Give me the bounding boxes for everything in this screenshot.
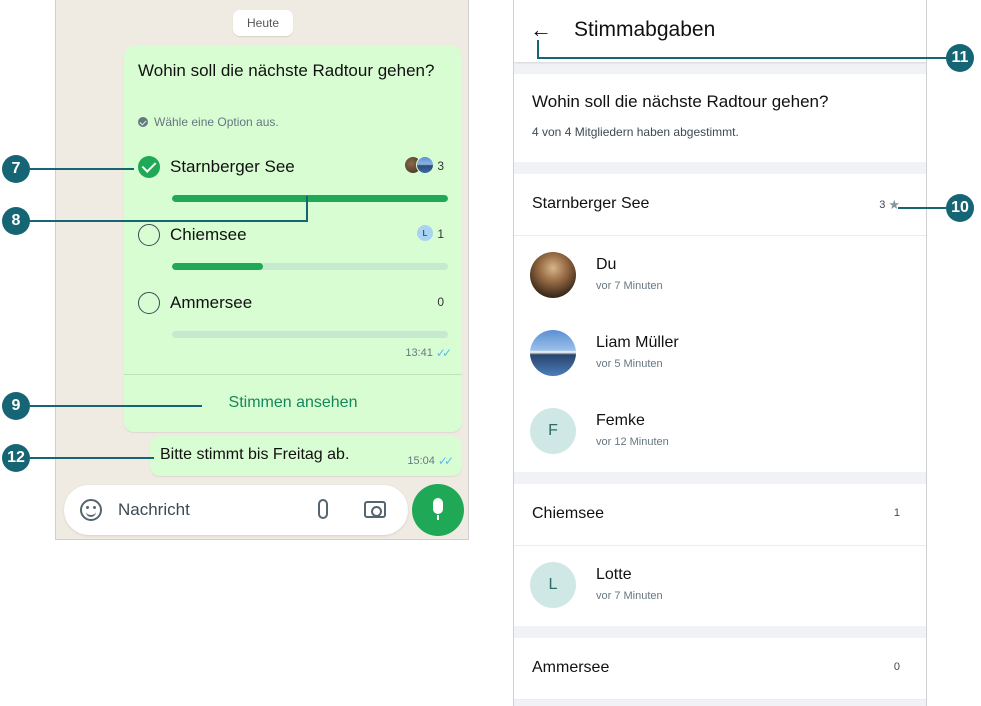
list-item[interactable]: F Femke vor 12 Minuten bbox=[514, 392, 926, 470]
votes-screen: ← Stimmabgaben Wohin soll die nächste Ra… bbox=[513, 0, 927, 706]
poll-progress-fill bbox=[172, 263, 264, 270]
message-timestamp: 15:04 ✓✓ bbox=[407, 454, 454, 468]
poll-option-starnberger-see[interactable]: Starnberger See 3 bbox=[138, 156, 450, 212]
callout-badge-12: 12 bbox=[2, 444, 30, 472]
voter-time: vor 7 Minuten bbox=[596, 280, 663, 292]
message-bubble: Bitte stimmt bis Freitag ab. 15:04 ✓✓ bbox=[150, 436, 462, 476]
callout-line bbox=[898, 207, 946, 209]
option-header-ammersee: Ammersee 0 bbox=[514, 638, 926, 700]
voter-avatars: L bbox=[416, 224, 434, 242]
poll-progress-track bbox=[172, 263, 448, 270]
message-input-bar[interactable]: Nachricht bbox=[64, 485, 408, 535]
callout-badge-10: 10 bbox=[946, 194, 974, 222]
radio-circle-icon[interactable] bbox=[138, 224, 160, 246]
voter-name: Lotte bbox=[596, 566, 632, 583]
list-item[interactable]: Du vor 7 Minuten bbox=[514, 236, 926, 314]
poll-option-chiemsee[interactable]: Chiemsee L 1 bbox=[138, 224, 450, 280]
callout-line bbox=[30, 405, 202, 407]
poll-progress-track bbox=[172, 331, 448, 338]
option-header-chiemsee: Chiemsee 1 bbox=[514, 484, 926, 546]
avatar bbox=[416, 156, 434, 174]
emoji-icon[interactable] bbox=[80, 499, 102, 521]
mic-icon bbox=[433, 498, 443, 520]
list-item[interactable]: Liam Müller vor 5 Minuten bbox=[514, 314, 926, 392]
date-chip: Heute bbox=[233, 10, 293, 36]
callout-line bbox=[30, 457, 154, 459]
check-circle-icon bbox=[138, 117, 148, 127]
section-gap bbox=[514, 62, 926, 74]
avatar: L bbox=[530, 562, 576, 608]
callout-badge-8: 8 bbox=[2, 207, 30, 235]
voter-name: Liam Müller bbox=[596, 334, 679, 351]
mic-button[interactable] bbox=[412, 484, 464, 536]
app-bar: ← Stimmabgaben bbox=[514, 0, 926, 62]
option-header-label: Chiemsee bbox=[532, 505, 605, 522]
poll-option-count: 0 bbox=[437, 295, 444, 309]
poll-progress-fill bbox=[172, 195, 448, 202]
callout-badge-7: 7 bbox=[2, 155, 30, 183]
avatar bbox=[530, 252, 576, 298]
voter-avatars bbox=[404, 156, 434, 174]
voter-time: vor 12 Minuten bbox=[596, 436, 669, 448]
poll-timestamp: 13:41 ✓✓ bbox=[405, 346, 452, 360]
poll-option-label: Chiemsee bbox=[170, 225, 247, 244]
option-header-count: 1 bbox=[893, 507, 900, 519]
poll-hint: Wähle eine Option aus. bbox=[138, 115, 279, 129]
section-gap bbox=[514, 700, 926, 706]
double-tick-icon: ✓✓ bbox=[435, 346, 452, 360]
option-header-count: 0 bbox=[893, 661, 900, 673]
poll-option-count: 3 bbox=[437, 159, 444, 173]
avatar: F bbox=[530, 408, 576, 454]
summary-count: 4 von 4 Mitgliedern haben abgestimmt. bbox=[532, 125, 739, 139]
callout-badge-11: 11 bbox=[946, 44, 974, 72]
message-input[interactable]: Nachricht bbox=[118, 500, 190, 520]
poll-progress-track bbox=[172, 195, 448, 202]
poll-option-ammersee[interactable]: Ammersee 0 bbox=[138, 292, 450, 348]
poll-option-label: Ammersee bbox=[170, 293, 253, 312]
callout-badge-9: 9 bbox=[2, 392, 30, 420]
poll-hint-text: Wähle eine Option aus. bbox=[154, 115, 279, 129]
voter-time: vor 7 Minuten bbox=[596, 590, 663, 602]
back-arrow-icon[interactable]: ← bbox=[530, 18, 554, 42]
voter-name: Du bbox=[596, 256, 617, 273]
callout-line bbox=[30, 220, 308, 222]
page-title: Stimmabgaben bbox=[574, 18, 716, 41]
message-text: Bitte stimmt bis Freitag ab. bbox=[160, 446, 350, 463]
section-gap bbox=[514, 472, 926, 484]
paperclip-icon[interactable] bbox=[318, 499, 328, 519]
poll-question: Wohin soll die nächste Radtour gehen? bbox=[138, 61, 435, 80]
view-votes-button[interactable]: Stimmen ansehen bbox=[124, 394, 462, 412]
option-header-starnberger-see: Starnberger See 3 ★ bbox=[514, 174, 926, 236]
poll-bubble: Wohin soll die nächste Radtour gehen? Wä… bbox=[124, 46, 462, 432]
section-gap bbox=[514, 162, 926, 174]
section-gap bbox=[514, 626, 926, 638]
option-header-label: Starnberger See bbox=[532, 195, 650, 212]
poll-option-label: Starnberger See bbox=[170, 157, 295, 176]
radio-circle-icon[interactable] bbox=[138, 292, 160, 314]
avatar: L bbox=[416, 224, 434, 242]
divider bbox=[124, 374, 462, 375]
chat-screen: Heute Wohin soll die nächste Radtour geh… bbox=[55, 0, 469, 540]
option-header-count: 3 ★ bbox=[879, 197, 900, 213]
callout-line bbox=[537, 57, 947, 59]
callout-line bbox=[537, 40, 539, 58]
summary-question: Wohin soll die nächste Radtour gehen? bbox=[532, 92, 829, 111]
list-item[interactable]: L Lotte vor 7 Minuten bbox=[514, 546, 926, 624]
voter-time: vor 5 Minuten bbox=[596, 358, 663, 370]
callout-line bbox=[306, 196, 308, 222]
message-time-text: 15:04 bbox=[407, 455, 435, 467]
poll-option-count: 1 bbox=[437, 227, 444, 241]
poll-summary: Wohin soll die nächste Radtour gehen? 4 … bbox=[514, 74, 926, 162]
option-count-text: 3 bbox=[879, 199, 886, 211]
camera-icon[interactable] bbox=[364, 501, 386, 518]
star-icon: ★ bbox=[888, 197, 900, 212]
poll-time-text: 13:41 bbox=[405, 347, 433, 359]
option-header-label: Ammersee bbox=[532, 659, 610, 676]
avatar bbox=[530, 330, 576, 376]
voter-name: Femke bbox=[596, 412, 645, 429]
check-icon[interactable] bbox=[138, 156, 160, 178]
callout-line bbox=[30, 168, 134, 170]
double-tick-icon: ✓✓ bbox=[437, 454, 454, 468]
